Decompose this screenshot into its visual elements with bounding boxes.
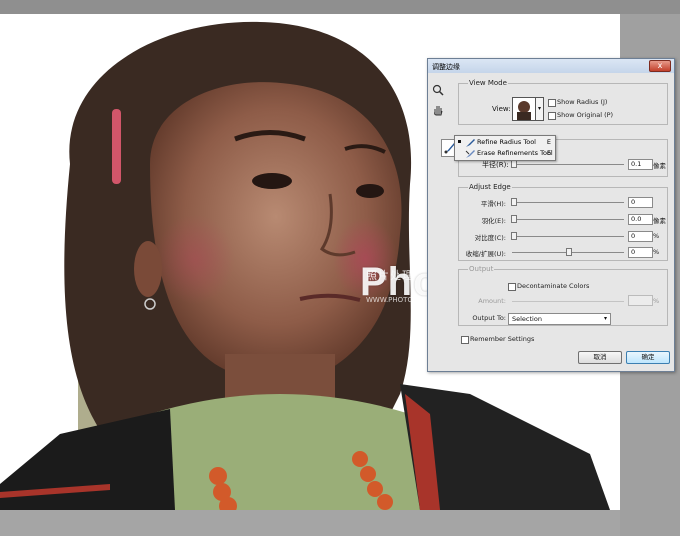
feather-unit: 像素 bbox=[653, 217, 666, 225]
shift-edge-unit: % bbox=[653, 248, 660, 256]
output-to-select[interactable]: Selection ▾ bbox=[508, 313, 611, 325]
ok-button[interactable]: 确定 bbox=[626, 351, 670, 364]
refine-tool-flyout: Refine Radius Tool E Erase Refinements T… bbox=[454, 135, 556, 161]
view-label: View: bbox=[492, 105, 511, 113]
eraser-brush-icon bbox=[465, 150, 475, 158]
cancel-button[interactable]: 取消 bbox=[578, 351, 622, 364]
radius-slider-thumb[interactable] bbox=[511, 160, 517, 168]
refine-radius-shortcut: E bbox=[546, 138, 551, 146]
amount-slider-track bbox=[512, 301, 624, 302]
remember-settings-checkbox[interactable] bbox=[461, 336, 469, 344]
amount-field bbox=[628, 295, 653, 306]
dialog-titlebar[interactable]: 调整边缘 x bbox=[428, 59, 674, 73]
show-radius-label: Show Radius (J) bbox=[557, 98, 608, 106]
decontaminate-label: Decontaminate Colors bbox=[517, 282, 590, 290]
remember-settings-label: Remember Settings bbox=[470, 335, 535, 343]
show-original-label: Show Original (P) bbox=[557, 111, 614, 119]
magnifier-icon bbox=[432, 84, 444, 96]
view-mode-heading: View Mode bbox=[468, 79, 508, 87]
refine-edge-dialog: 调整边缘 x View Mode View: ▾ Show Radius (J) bbox=[427, 58, 675, 372]
hand-tool-button[interactable] bbox=[431, 103, 445, 117]
document-top-bar bbox=[0, 0, 680, 14]
radius-unit: 像素 bbox=[653, 162, 666, 170]
erase-refinements-shortcut: E bbox=[546, 149, 551, 157]
smooth-field[interactable]: 0 bbox=[628, 197, 653, 208]
contrast-label: 对比度(C): bbox=[474, 234, 506, 242]
view-dropdown-arrow[interactable]: ▾ bbox=[535, 97, 544, 121]
contrast-slider-track[interactable] bbox=[512, 236, 624, 237]
brush-icon bbox=[466, 139, 475, 147]
output-to-value: Selection bbox=[512, 315, 542, 323]
chevron-down-icon: ▾ bbox=[603, 315, 607, 322]
close-icon: x bbox=[657, 61, 663, 70]
contrast-unit: % bbox=[653, 232, 660, 240]
view-thumbnail[interactable] bbox=[512, 97, 536, 121]
pasteboard-bottom bbox=[0, 510, 620, 536]
radius-label: 半径(R): bbox=[482, 161, 509, 169]
contrast-slider-thumb[interactable] bbox=[511, 232, 517, 240]
feather-label: 羽化(E): bbox=[481, 217, 506, 225]
adjust-edge-heading: Adjust Edge bbox=[468, 183, 512, 191]
hand-icon bbox=[434, 106, 443, 116]
radius-field[interactable]: 0.1 bbox=[628, 159, 653, 170]
zoom-tool-button[interactable] bbox=[431, 83, 445, 97]
radius-slider-track[interactable] bbox=[512, 164, 624, 165]
show-original-checkbox[interactable] bbox=[548, 112, 556, 120]
chevron-down-icon: ▾ bbox=[537, 105, 541, 112]
portrait-thumbnail-icon bbox=[517, 101, 531, 120]
close-button[interactable]: x bbox=[649, 60, 671, 72]
erase-refinements-tool-label: Erase Refinements Tool bbox=[477, 149, 553, 157]
feather-field[interactable]: 0.0 bbox=[628, 214, 653, 225]
smooth-slider-thumb[interactable] bbox=[511, 198, 517, 206]
amount-unit: % bbox=[653, 297, 660, 305]
selected-bullet-icon bbox=[458, 140, 461, 143]
feather-slider-thumb[interactable] bbox=[511, 215, 517, 223]
tool-column bbox=[431, 83, 449, 123]
smooth-slider-track[interactable] bbox=[512, 202, 624, 203]
flyout-item-refine-radius[interactable]: Refine Radius Tool E bbox=[455, 137, 555, 148]
shift-edge-label: 收缩/扩展(U): bbox=[465, 250, 506, 258]
shift-edge-field[interactable]: 0 bbox=[628, 247, 653, 258]
output-heading: Output bbox=[468, 265, 495, 273]
output-to-label: Output To: bbox=[472, 314, 506, 322]
show-radius-checkbox[interactable] bbox=[548, 99, 556, 107]
contrast-field[interactable]: 0 bbox=[628, 231, 653, 242]
flyout-item-erase-refinements[interactable]: Erase Refinements Tool E bbox=[455, 148, 555, 159]
shift-edge-slider-thumb[interactable] bbox=[566, 248, 572, 256]
refine-radius-tool-label: Refine Radius Tool bbox=[477, 138, 536, 146]
dialog-title: 调整边缘 bbox=[432, 63, 460, 71]
decontaminate-checkbox[interactable] bbox=[508, 283, 516, 291]
feather-slider-track[interactable] bbox=[512, 219, 624, 220]
amount-label: Amount: bbox=[478, 297, 506, 305]
smooth-label: 平滑(H): bbox=[480, 200, 506, 208]
